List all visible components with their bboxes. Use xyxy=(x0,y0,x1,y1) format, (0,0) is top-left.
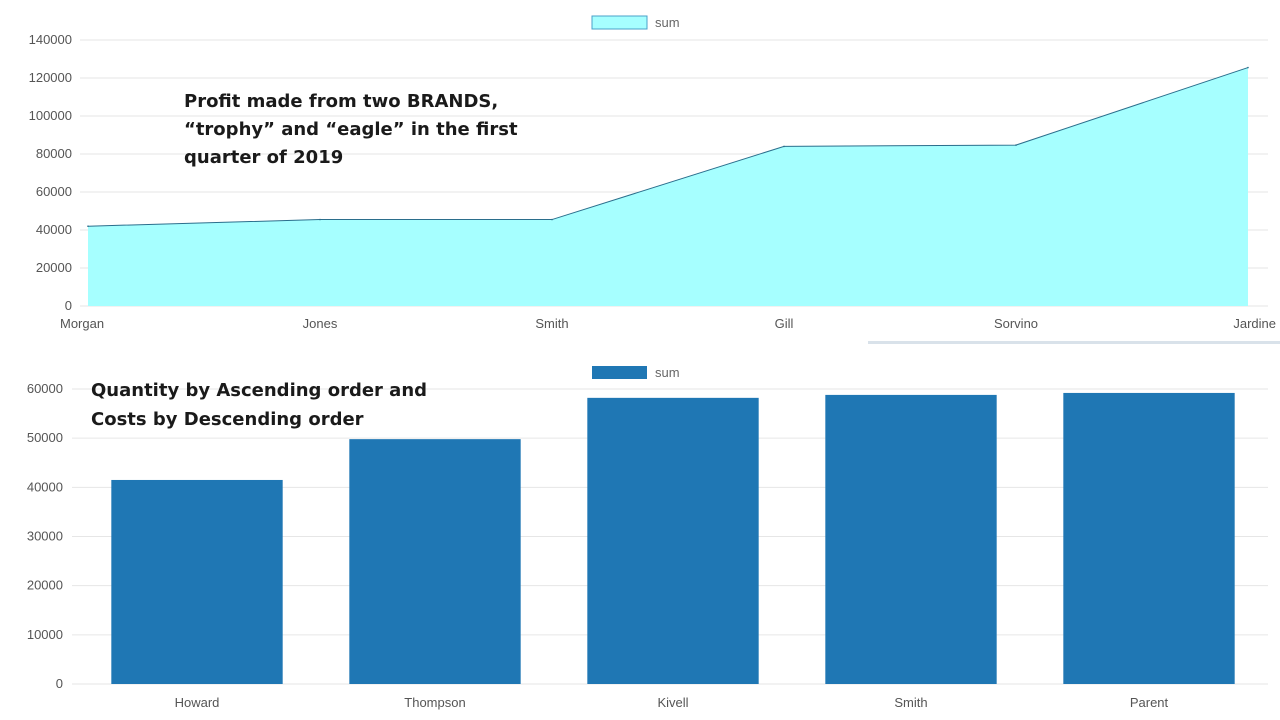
x-tick-label: Kivell xyxy=(657,695,688,710)
y-tick-label: 0 xyxy=(56,676,63,691)
data-point xyxy=(319,218,321,221)
legend-swatch xyxy=(592,366,647,379)
bar xyxy=(111,479,283,684)
y-tick-label: 30000 xyxy=(27,529,63,544)
y-tick-label: 40000 xyxy=(27,479,63,494)
x-tick-label: Thompson xyxy=(404,695,465,710)
profit-area-chart: 0 20000 40000 60000 80000 100000 120000 140000 M… xyxy=(0,0,1280,345)
x-tick-label: Howard xyxy=(175,695,220,710)
x-tick-label: Smith xyxy=(894,695,927,710)
data-point xyxy=(551,218,553,221)
area-chart-svg: 0 20000 40000 60000 80000 100000 120000 140000 M… xyxy=(29,15,1276,331)
y-tick-label: 60000 xyxy=(27,381,63,396)
data-point xyxy=(783,145,785,148)
legend-label: sum xyxy=(655,15,680,30)
data-point xyxy=(1247,66,1249,69)
y-tick-label: 80000 xyxy=(36,146,72,161)
x-tick-label: Gill xyxy=(775,316,794,331)
bar xyxy=(1063,392,1235,684)
data-point xyxy=(1015,144,1017,146)
y-tick-label: 20000 xyxy=(27,578,63,593)
data-point xyxy=(87,225,89,227)
divider-line xyxy=(868,341,1280,344)
y-tick-label: 50000 xyxy=(27,430,63,445)
chart-annotation: Costs by Descending order xyxy=(91,409,364,430)
chart-annotation: quarter of 2019 xyxy=(184,147,343,168)
y-tick-label: 40000 xyxy=(36,222,72,237)
bar xyxy=(587,397,759,684)
chart-annotation: Quantity by Ascending order and xyxy=(91,380,427,401)
y-tick-label: 20000 xyxy=(36,260,72,275)
bar xyxy=(349,439,521,684)
y-tick-label: 120000 xyxy=(29,70,72,85)
y-tick-label: 140000 xyxy=(29,32,72,47)
quantity-bar-chart: 0 10000 20000 30000 40000 50000 60000 Howard Tho… xyxy=(0,355,1280,720)
y-tick-label: 0 xyxy=(65,298,72,313)
x-tick-label: Parent xyxy=(1130,695,1169,710)
y-tick-label: 100000 xyxy=(29,108,72,123)
y-tick-label: 60000 xyxy=(36,184,72,199)
legend-swatch xyxy=(591,15,648,30)
x-tick-label: Smith xyxy=(535,316,568,331)
y-tick-label: 10000 xyxy=(27,627,63,642)
x-tick-label: Jones xyxy=(303,316,338,331)
x-tick-label: Jardine xyxy=(1233,316,1276,331)
x-tick-label: Sorvino xyxy=(994,316,1038,331)
chart-annotation: Profit made from two BRANDS, xyxy=(184,91,498,112)
bar-chart-svg: 0 10000 20000 30000 40000 50000 60000 Howard Tho… xyxy=(27,365,1268,710)
x-tick-label: Morgan xyxy=(60,316,104,331)
chart-annotation: “trophy” and “eagle” in the first xyxy=(184,119,518,140)
legend-label: sum xyxy=(655,365,680,380)
bar xyxy=(825,394,997,684)
